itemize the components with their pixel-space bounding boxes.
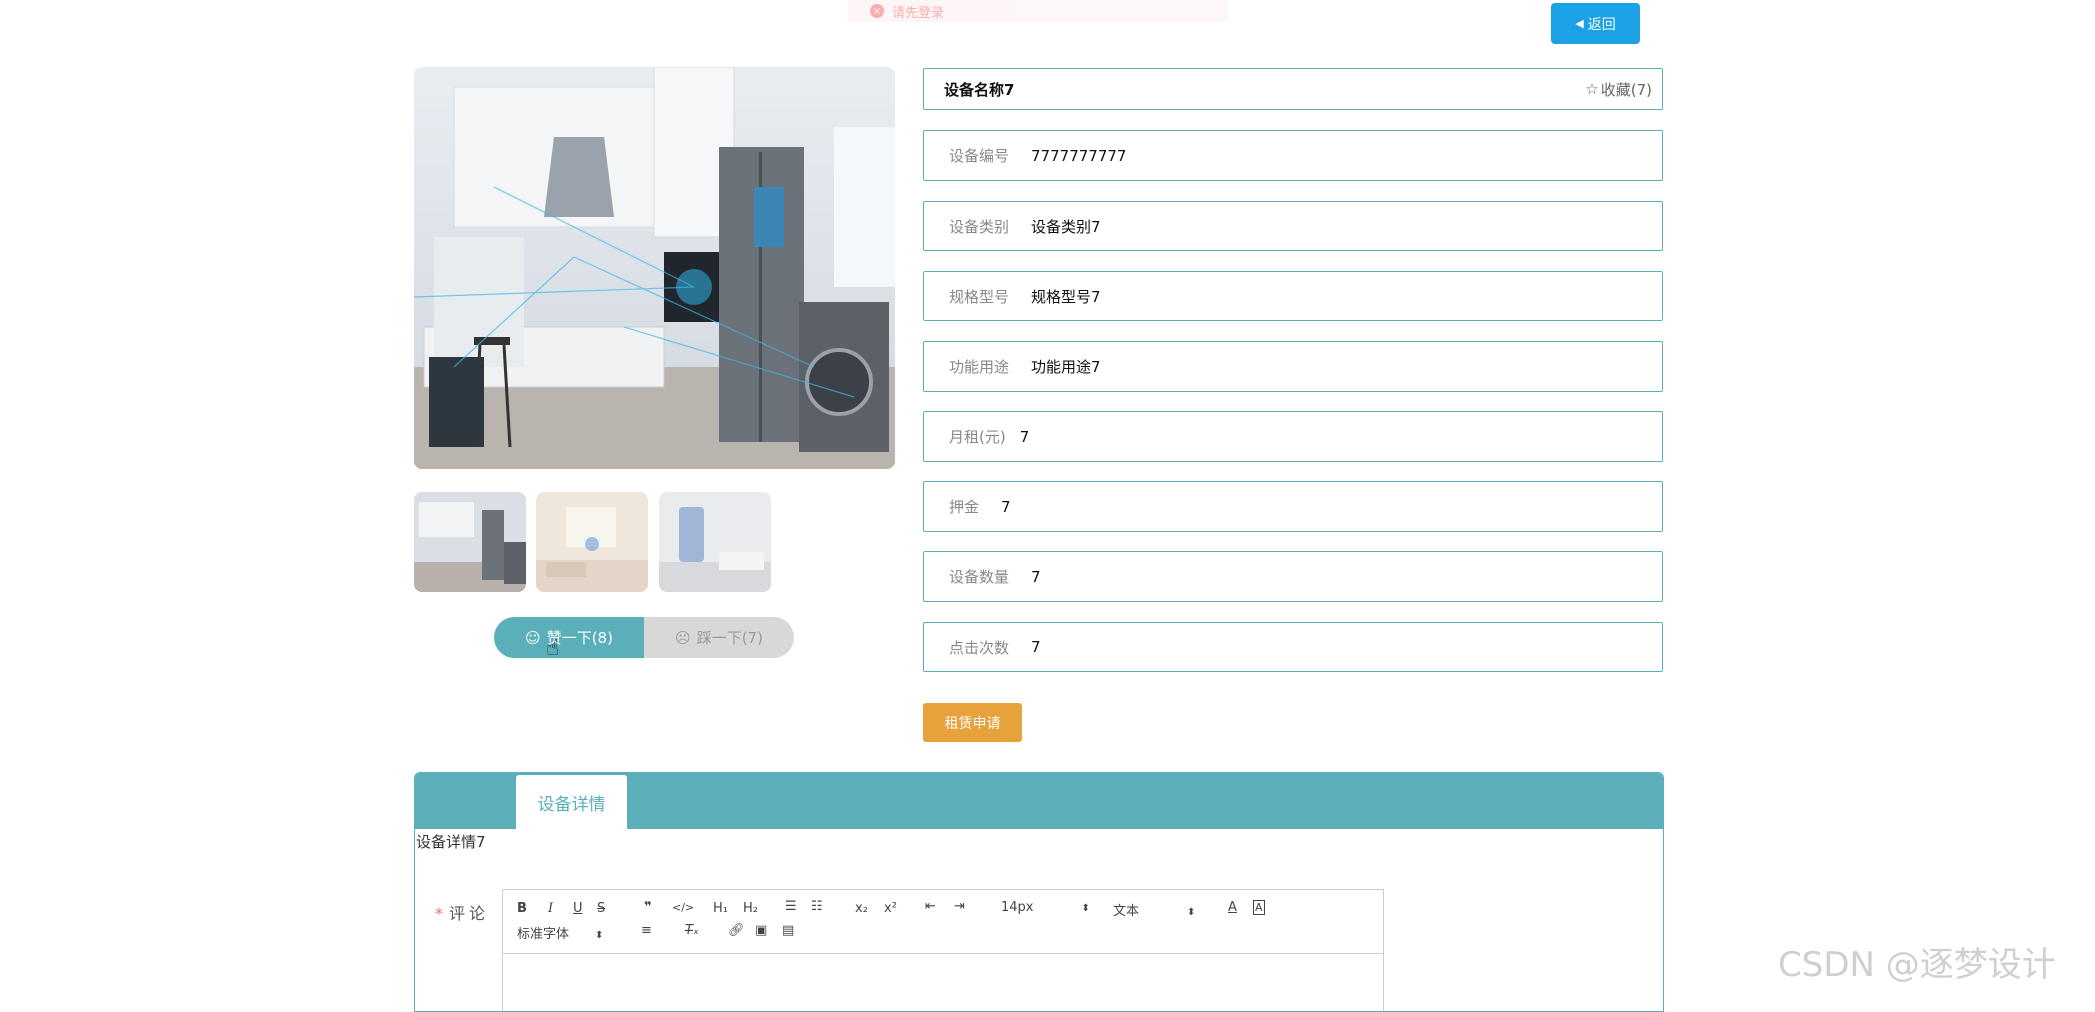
dislike-label: 踩一下(7) [696, 629, 763, 647]
strike-icon[interactable]: S [597, 901, 605, 916]
font-color-icon[interactable]: A [1228, 900, 1237, 915]
indent-icon[interactable]: ⇥ [954, 899, 965, 914]
image-icon[interactable]: ▣ [755, 923, 767, 938]
font-size-select[interactable]: 14px ⬍ [1001, 900, 1090, 915]
favorite-button[interactable]: ☆ 收藏(7) [1585, 79, 1652, 100]
device-detail-text: 设备详情7 [416, 833, 486, 851]
product-name: 设备名称7 [944, 80, 1015, 99]
vote-group: ☺ 赞一下(8) ☹ 踩一下(7) [494, 617, 794, 658]
heading1-icon[interactable]: H₁ [713, 901, 728, 916]
bullet-list-icon[interactable]: ☷ [811, 899, 823, 914]
comment-editor: B I U S ❞ </> H₁ H₂ ☰ ☷ x₂ x² ⇤ ⇥ 14px ⬍ … [502, 889, 1384, 1011]
detail-tab-panel: 设备详情 设备详情7 * 评论 B I U S ❞ </> H₁ H₂ ☰ ☷ x… [414, 772, 1664, 1012]
thumbnail-2[interactable] [536, 492, 648, 592]
clear-format-icon[interactable]: T̶ₓ [685, 923, 699, 938]
thumbnail-3[interactable] [659, 492, 771, 592]
back-button-label: 返回 [1587, 16, 1616, 33]
toast-text: 请先登录 [892, 5, 945, 21]
background-color-icon[interactable]: A [1253, 900, 1265, 915]
outdent-icon[interactable]: ⇤ [925, 899, 936, 914]
field-device-number: 设备编号 7777777777 [923, 130, 1663, 181]
text-type-select[interactable]: 文本 ⬍ [1113, 900, 1195, 919]
editor-toolbar: B I U S ❞ </> H₁ H₂ ☰ ☷ x₂ x² ⇤ ⇥ 14px ⬍ … [503, 890, 1383, 954]
field-label: 设备数量 [949, 568, 1010, 586]
tab-bar: 设备详情 [415, 773, 1663, 829]
subscript-icon[interactable]: x₂ [855, 901, 868, 916]
superscript-icon[interactable]: x² [884, 901, 897, 916]
like-button[interactable]: ☺ 赞一下(8) [494, 617, 644, 658]
field-monthly-rent: 月租(元) 7 [923, 411, 1663, 462]
field-device-category: 设备类别 设备类别7 [923, 201, 1663, 251]
product-name-field: 设备名称7 ☆ 收藏(7) [923, 68, 1663, 110]
underline-icon[interactable]: U [573, 901, 583, 916]
required-mark: * [435, 904, 443, 923]
field-label: 点击次数 [949, 638, 1010, 657]
field-label: 押金 [949, 498, 980, 516]
error-icon: × [870, 4, 884, 18]
ordered-list-icon[interactable]: ☰ [785, 899, 797, 914]
main-product-image [414, 67, 895, 469]
code-icon[interactable]: </> [672, 901, 694, 914]
field-value: 7 [1001, 497, 1011, 516]
thumbs-up-icon: ☺ [525, 628, 541, 647]
field-label: 设备编号 [949, 147, 1010, 165]
field-label: 月租(元) [949, 428, 1006, 446]
font-family-select[interactable]: 标准字体 ⬍ [517, 923, 603, 942]
field-deposit: 押金 7 [923, 481, 1663, 532]
text-type-value: 文本 [1113, 904, 1140, 919]
back-button[interactable]: ◀ 返回 [1551, 3, 1640, 44]
field-function: 功能用途 功能用途7 [923, 341, 1663, 392]
italic-icon[interactable]: I [548, 901, 553, 916]
field-value: 7 [1031, 567, 1041, 586]
tab-device-detail[interactable]: 设备详情 [516, 775, 627, 829]
favorite-label: 收藏(7) [1600, 80, 1652, 99]
editor-content-area[interactable] [503, 954, 1383, 1011]
comment-label: * 评论 [435, 900, 489, 924]
bold-icon[interactable]: B [517, 901, 527, 916]
field-value: 7 [1019, 427, 1030, 446]
thumbs-down-icon: ☹ [675, 628, 691, 647]
blockquote-icon[interactable]: ❞ [644, 900, 652, 915]
field-value: 规格型号7 [1031, 287, 1101, 306]
star-icon: ☆ [1585, 80, 1599, 98]
align-icon[interactable]: ≡ [641, 923, 652, 938]
hand-cursor-icon: ☝ [546, 636, 560, 661]
field-value: 设备类别7 [1031, 217, 1101, 236]
field-label: 规格型号 [949, 287, 1010, 306]
dislike-button[interactable]: ☹ 踩一下(7) [644, 617, 794, 658]
field-label: 功能用途 [949, 358, 1010, 376]
login-toast: × 请先登录 [848, 0, 1228, 22]
rent-apply-button[interactable]: 租赁申请 [923, 703, 1022, 742]
thumbnail-1[interactable] [414, 492, 526, 592]
field-quantity: 设备数量 7 [923, 551, 1663, 602]
field-value: 7 [1031, 638, 1041, 656]
video-icon[interactable]: ▤ [782, 923, 794, 938]
font-family-value: 标准字体 [517, 927, 570, 942]
field-spec-model: 规格型号 规格型号7 [923, 271, 1663, 321]
watermark: CSDN @逐梦设计 [1778, 945, 2056, 985]
field-value: 7777777777 [1031, 146, 1127, 165]
heading2-icon[interactable]: H₂ [743, 901, 758, 916]
link-icon[interactable]: 🔗︎ [728, 923, 745, 938]
caret-left-icon: ◀ [1575, 17, 1584, 30]
field-click-count: 点击次数 7 [923, 622, 1663, 672]
field-label: 设备类别 [949, 217, 1010, 236]
font-size-value: 14px [1001, 900, 1034, 915]
field-value: 功能用途7 [1031, 358, 1101, 376]
comment-label-text: 评论 [449, 904, 490, 923]
